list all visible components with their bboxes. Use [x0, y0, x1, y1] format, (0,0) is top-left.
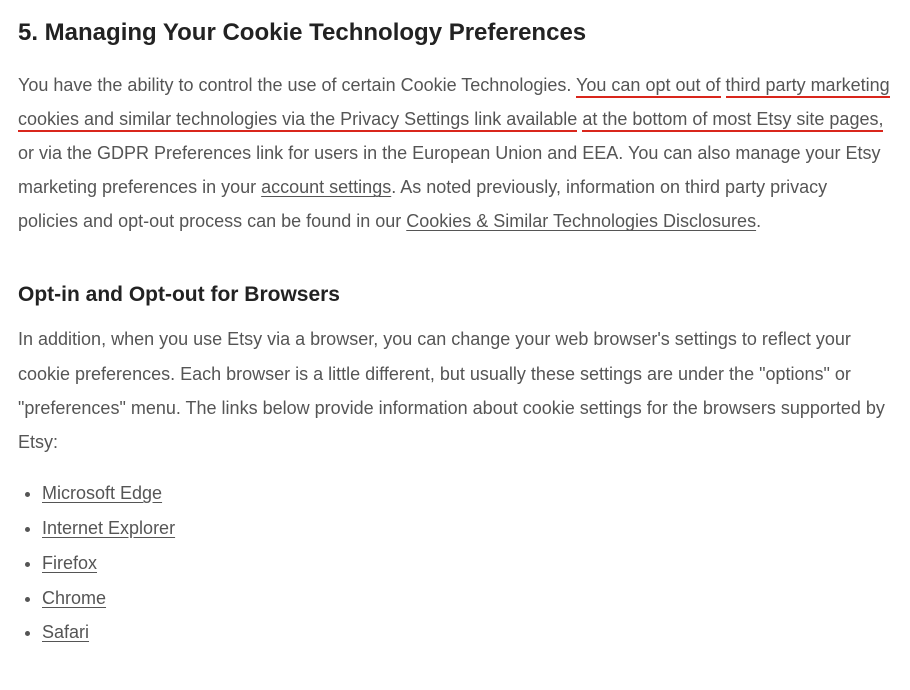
text-segment: . [756, 211, 761, 231]
list-item: Firefox [42, 549, 892, 578]
intro-paragraph: You have the ability to control the use … [18, 68, 892, 239]
sub-heading: Opt-in and Opt-out for Browsers [18, 275, 892, 315]
text-segment [721, 75, 726, 95]
highlighted-text: at the bottom of most Etsy site pages, [582, 109, 883, 132]
highlighted-text: You can opt out of [576, 75, 720, 98]
browser-link-firefox[interactable]: Firefox [42, 553, 97, 573]
text-segment: You have the ability to control the use … [18, 75, 576, 95]
account-settings-link[interactable]: account settings [261, 177, 391, 197]
browser-link-safari[interactable]: Safari [42, 622, 89, 642]
browser-link-chrome[interactable]: Chrome [42, 588, 106, 608]
list-item: Chrome [42, 584, 892, 613]
list-item: Internet Explorer [42, 514, 892, 543]
browser-link-ie[interactable]: Internet Explorer [42, 518, 175, 538]
section-heading: 5. Managing Your Cookie Technology Prefe… [18, 16, 892, 50]
browser-paragraph: In addition, when you use Etsy via a bro… [18, 322, 892, 459]
cookies-disclosures-link[interactable]: Cookies & Similar Technologies Disclosur… [406, 211, 756, 231]
list-item: Microsoft Edge [42, 479, 892, 508]
browser-link-edge[interactable]: Microsoft Edge [42, 483, 162, 503]
list-item: Safari [42, 618, 892, 647]
browser-list: Microsoft Edge Internet Explorer Firefox… [18, 479, 892, 647]
